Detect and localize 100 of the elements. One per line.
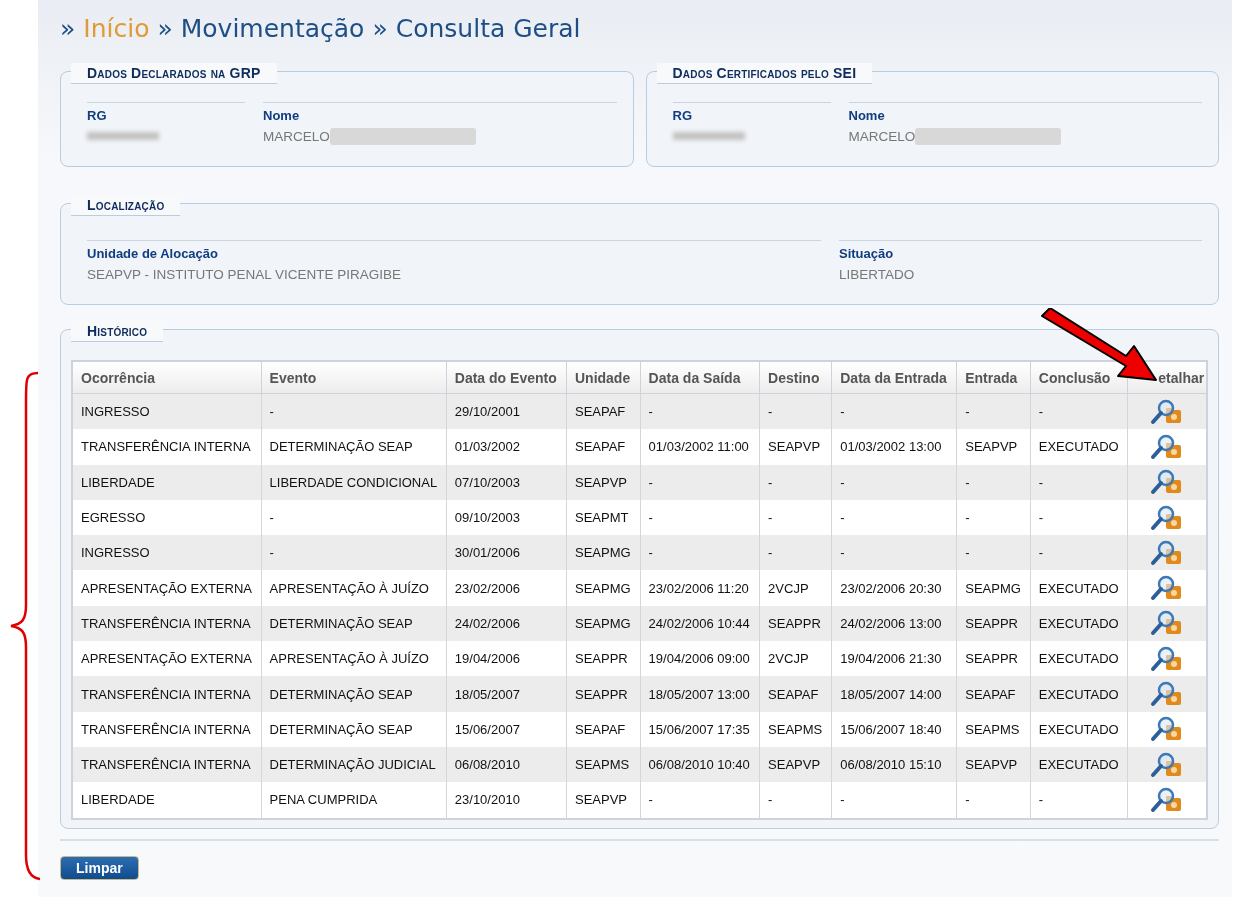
breadcrumb-item: Consulta Geral <box>395 14 581 43</box>
table-cell: - <box>956 499 1031 536</box>
column-header: Data da Saída <box>640 361 760 394</box>
table-cell: - <box>1030 499 1128 536</box>
table-cell: 18/05/2007 14:00 <box>831 676 957 712</box>
table-cell: LIBERDADE <box>72 464 262 500</box>
table-cell: SEAPMG <box>956 570 1031 606</box>
column-header: Data da Entrada <box>831 361 957 394</box>
table-cell: LIBERDADE <box>72 782 262 819</box>
table-cell: - <box>261 535 447 571</box>
table-cell: SEAPMG <box>566 570 641 606</box>
table-cell: - <box>640 499 760 536</box>
legend: Dados Declarados na GRP <box>71 63 277 84</box>
column-header: Unidade <box>566 361 641 394</box>
table-cell: APRESENTAÇÃO EXTERNA <box>72 641 262 677</box>
table-cell: 06/08/2010 15:10 <box>831 746 957 783</box>
table-cell: EXECUTADO <box>1030 746 1128 783</box>
table-cell: - <box>261 499 447 536</box>
table-cell: SEAPPR <box>956 605 1031 642</box>
table-cell: 15/06/2007 <box>446 711 567 747</box>
table-cell: SEAPVP <box>759 429 832 465</box>
table-cell: - <box>640 393 760 430</box>
table-cell: SEAPMS <box>956 711 1031 747</box>
table-cell: 29/10/2001 <box>446 393 567 430</box>
table-cell: 23/10/2010 <box>446 782 567 819</box>
table-cell: SEAPPR <box>566 676 641 712</box>
table-cell: 24/02/2006 13:00 <box>831 605 957 642</box>
table-cell: LIBERDADE CONDICIONAL <box>261 464 447 500</box>
table-cell: 24/02/2006 <box>446 605 567 642</box>
field-value: MARCELO <box>848 128 916 144</box>
table-cell: INGRESSO <box>72 393 262 430</box>
table-cell: 19/04/2006 <box>446 641 567 677</box>
field-value: LIBERTADO <box>839 266 915 282</box>
table-cell: SEAPMG <box>566 535 641 571</box>
table-cell: EXECUTADO <box>1030 570 1128 606</box>
table-cell: EXECUTADO <box>1030 605 1128 642</box>
table-cell: - <box>759 393 832 430</box>
table-cell: - <box>759 535 832 571</box>
table-cell: INGRESSO <box>72 535 262 571</box>
table-cell: SEAPMT <box>566 499 641 536</box>
table-cell: SEAPMS <box>759 711 832 747</box>
table-cell: 01/03/2002 13:00 <box>831 429 957 465</box>
table-cell: - <box>956 535 1031 571</box>
table-cell: 23/02/2006 11:20 <box>640 570 760 606</box>
table-cell: 18/05/2007 <box>446 676 567 712</box>
table-cell: - <box>831 464 957 500</box>
column-header: Data do Evento <box>446 361 567 394</box>
table-cell: 09/10/2003 <box>446 499 567 536</box>
field-label: RG <box>672 108 693 123</box>
table-cell: - <box>1030 464 1128 500</box>
column-header: Evento <box>261 361 447 394</box>
table-cell: 23/02/2006 20:30 <box>831 570 957 606</box>
table-cell: - <box>956 782 1031 819</box>
table-cell: DETERMINAÇÃO SEAP <box>261 429 447 465</box>
table-cell: - <box>640 464 760 500</box>
table-cell: 19/04/2006 21:30 <box>831 641 957 677</box>
table-cell: - <box>759 499 832 536</box>
breadcrumb-separator: » <box>372 14 388 43</box>
field-value: SEAPVP - INSTITUTO PENAL VICENTE PIRAGIBE <box>87 266 402 282</box>
table-cell: - <box>1030 782 1128 819</box>
table-cell: SEAPVP <box>566 464 641 500</box>
table-cell: EXECUTADO <box>1030 641 1128 677</box>
table-cell: - <box>831 535 957 571</box>
table-cell: - <box>1030 535 1128 571</box>
table-cell: SEAPVP <box>566 782 641 819</box>
legend: Dados Certificados pelo SEI <box>656 63 873 84</box>
table-cell: 15/06/2007 17:35 <box>640 711 760 747</box>
table-cell: SEAPPR <box>759 605 832 642</box>
clear-button[interactable]: Limpar <box>60 855 139 880</box>
table-cell: 01/03/2002 11:00 <box>640 429 760 465</box>
table-cell: 01/03/2002 <box>446 429 567 465</box>
table-cell: TRANSFERÊNCIA INTERNA <box>72 746 262 783</box>
table-cell: - <box>640 535 760 571</box>
table-cell: 06/08/2010 10:40 <box>640 746 760 783</box>
table-cell: - <box>261 393 447 430</box>
table-cell: SEAPAF <box>956 676 1031 712</box>
table-cell: TRANSFERÊNCIA INTERNA <box>72 429 262 465</box>
column-header: Entrada <box>956 361 1031 394</box>
breadcrumb-item: Movimentação <box>180 14 365 43</box>
field-label: Nome <box>848 108 886 123</box>
table-cell: - <box>759 464 832 500</box>
table-cell: SEAPPR <box>566 641 641 677</box>
table-cell: EXECUTADO <box>1030 711 1128 747</box>
table-cell: SEAPVP <box>956 746 1031 783</box>
table-cell: 18/05/2007 13:00 <box>640 676 760 712</box>
table-cell: PENA CUMPRIDA <box>261 782 447 819</box>
table-cell: - <box>831 499 957 536</box>
breadcrumb-separator: » <box>157 14 173 43</box>
table-cell: - <box>956 393 1031 430</box>
table-cell: DETERMINAÇÃO SEAP <box>261 711 447 747</box>
table-cell: 2VCJP <box>759 641 832 677</box>
table-cell: DETERMINAÇÃO SEAP <box>261 676 447 712</box>
table-cell: 24/02/2006 10:44 <box>640 605 760 642</box>
table-cell: SEAPAF <box>566 393 641 430</box>
table-cell: 19/04/2006 09:00 <box>640 641 760 677</box>
table-cell: SEAPVP <box>956 429 1031 465</box>
table-cell: 23/02/2006 <box>446 570 567 606</box>
table-cell: 07/10/2003 <box>446 464 567 500</box>
table-cell: SEAPVP <box>759 746 832 783</box>
table-cell: SEAPPR <box>956 641 1031 677</box>
